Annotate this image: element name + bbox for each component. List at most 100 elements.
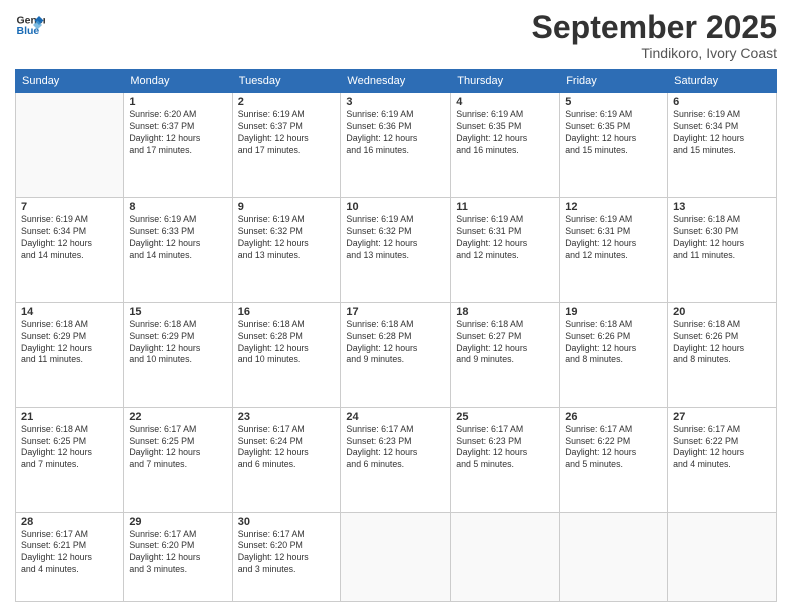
day-info: Sunrise: 6:19 AM Sunset: 6:34 PM Dayligh… (673, 109, 771, 157)
table-cell: 7Sunrise: 6:19 AM Sunset: 6:34 PM Daylig… (16, 198, 124, 303)
table-cell: 5Sunrise: 6:19 AM Sunset: 6:35 PM Daylig… (560, 93, 668, 198)
day-info: Sunrise: 6:17 AM Sunset: 6:24 PM Dayligh… (238, 424, 336, 472)
table-cell: 26Sunrise: 6:17 AM Sunset: 6:22 PM Dayli… (560, 407, 668, 512)
day-number: 1 (129, 96, 226, 108)
day-number: 20 (673, 306, 771, 318)
day-info: Sunrise: 6:17 AM Sunset: 6:22 PM Dayligh… (565, 424, 662, 472)
table-cell: 3Sunrise: 6:19 AM Sunset: 6:36 PM Daylig… (341, 93, 451, 198)
header: General Blue September 2025 Tindikoro, I… (15, 10, 777, 61)
table-cell: 27Sunrise: 6:17 AM Sunset: 6:22 PM Dayli… (668, 407, 777, 512)
day-info: Sunrise: 6:19 AM Sunset: 6:33 PM Dayligh… (129, 214, 226, 262)
day-number: 29 (129, 516, 226, 528)
logo-icon: General Blue (15, 10, 45, 40)
day-info: Sunrise: 6:19 AM Sunset: 6:31 PM Dayligh… (456, 214, 554, 262)
table-cell: 10Sunrise: 6:19 AM Sunset: 6:32 PM Dayli… (341, 198, 451, 303)
day-info: Sunrise: 6:17 AM Sunset: 6:22 PM Dayligh… (673, 424, 771, 472)
day-info: Sunrise: 6:17 AM Sunset: 6:23 PM Dayligh… (456, 424, 554, 472)
day-number: 4 (456, 96, 554, 108)
table-cell: 9Sunrise: 6:19 AM Sunset: 6:32 PM Daylig… (232, 198, 341, 303)
day-number: 26 (565, 411, 662, 423)
table-cell (451, 512, 560, 602)
title-block: September 2025 Tindikoro, Ivory Coast (532, 10, 777, 61)
day-info: Sunrise: 6:17 AM Sunset: 6:21 PM Dayligh… (21, 529, 118, 577)
day-info: Sunrise: 6:19 AM Sunset: 6:32 PM Dayligh… (346, 214, 445, 262)
table-cell (560, 512, 668, 602)
day-number: 10 (346, 201, 445, 213)
day-number: 21 (21, 411, 118, 423)
day-number: 30 (238, 516, 336, 528)
table-cell: 22Sunrise: 6:17 AM Sunset: 6:25 PM Dayli… (124, 407, 232, 512)
table-cell: 19Sunrise: 6:18 AM Sunset: 6:26 PM Dayli… (560, 302, 668, 407)
table-cell: 20Sunrise: 6:18 AM Sunset: 6:26 PM Dayli… (668, 302, 777, 407)
table-cell: 14Sunrise: 6:18 AM Sunset: 6:29 PM Dayli… (16, 302, 124, 407)
day-number: 15 (129, 306, 226, 318)
table-cell: 30Sunrise: 6:17 AM Sunset: 6:20 PM Dayli… (232, 512, 341, 602)
day-info: Sunrise: 6:17 AM Sunset: 6:20 PM Dayligh… (238, 529, 336, 577)
location: Tindikoro, Ivory Coast (532, 45, 777, 61)
logo: General Blue (15, 10, 45, 40)
table-cell: 8Sunrise: 6:19 AM Sunset: 6:33 PM Daylig… (124, 198, 232, 303)
day-info: Sunrise: 6:19 AM Sunset: 6:36 PM Dayligh… (346, 109, 445, 157)
day-info: Sunrise: 6:18 AM Sunset: 6:28 PM Dayligh… (346, 319, 445, 367)
day-info: Sunrise: 6:19 AM Sunset: 6:35 PM Dayligh… (565, 109, 662, 157)
table-cell: 1Sunrise: 6:20 AM Sunset: 6:37 PM Daylig… (124, 93, 232, 198)
table-cell: 21Sunrise: 6:18 AM Sunset: 6:25 PM Dayli… (16, 407, 124, 512)
day-number: 8 (129, 201, 226, 213)
day-info: Sunrise: 6:18 AM Sunset: 6:29 PM Dayligh… (21, 319, 118, 367)
table-cell: 6Sunrise: 6:19 AM Sunset: 6:34 PM Daylig… (668, 93, 777, 198)
day-number: 22 (129, 411, 226, 423)
day-number: 24 (346, 411, 445, 423)
table-cell: 4Sunrise: 6:19 AM Sunset: 6:35 PM Daylig… (451, 93, 560, 198)
page: General Blue September 2025 Tindikoro, I… (0, 0, 792, 612)
col-wednesday: Wednesday (341, 70, 451, 93)
table-cell: 11Sunrise: 6:19 AM Sunset: 6:31 PM Dayli… (451, 198, 560, 303)
day-number: 25 (456, 411, 554, 423)
table-cell: 25Sunrise: 6:17 AM Sunset: 6:23 PM Dayli… (451, 407, 560, 512)
day-number: 19 (565, 306, 662, 318)
col-friday: Friday (560, 70, 668, 93)
table-cell: 18Sunrise: 6:18 AM Sunset: 6:27 PM Dayli… (451, 302, 560, 407)
day-info: Sunrise: 6:18 AM Sunset: 6:26 PM Dayligh… (673, 319, 771, 367)
day-info: Sunrise: 6:19 AM Sunset: 6:34 PM Dayligh… (21, 214, 118, 262)
col-saturday: Saturday (668, 70, 777, 93)
day-number: 14 (21, 306, 118, 318)
day-info: Sunrise: 6:19 AM Sunset: 6:31 PM Dayligh… (565, 214, 662, 262)
col-thursday: Thursday (451, 70, 560, 93)
day-number: 7 (21, 201, 118, 213)
table-cell: 12Sunrise: 6:19 AM Sunset: 6:31 PM Dayli… (560, 198, 668, 303)
table-cell: 16Sunrise: 6:18 AM Sunset: 6:28 PM Dayli… (232, 302, 341, 407)
month-title: September 2025 (532, 10, 777, 45)
day-info: Sunrise: 6:18 AM Sunset: 6:27 PM Dayligh… (456, 319, 554, 367)
calendar-table: Sunday Monday Tuesday Wednesday Thursday… (15, 69, 777, 602)
table-cell: 29Sunrise: 6:17 AM Sunset: 6:20 PM Dayli… (124, 512, 232, 602)
day-info: Sunrise: 6:20 AM Sunset: 6:37 PM Dayligh… (129, 109, 226, 157)
day-number: 17 (346, 306, 445, 318)
day-info: Sunrise: 6:18 AM Sunset: 6:29 PM Dayligh… (129, 319, 226, 367)
day-info: Sunrise: 6:19 AM Sunset: 6:32 PM Dayligh… (238, 214, 336, 262)
day-number: 18 (456, 306, 554, 318)
table-cell: 24Sunrise: 6:17 AM Sunset: 6:23 PM Dayli… (341, 407, 451, 512)
day-info: Sunrise: 6:17 AM Sunset: 6:20 PM Dayligh… (129, 529, 226, 577)
day-number: 3 (346, 96, 445, 108)
day-number: 5 (565, 96, 662, 108)
table-cell (16, 93, 124, 198)
day-number: 9 (238, 201, 336, 213)
table-cell: 15Sunrise: 6:18 AM Sunset: 6:29 PM Dayli… (124, 302, 232, 407)
day-info: Sunrise: 6:19 AM Sunset: 6:35 PM Dayligh… (456, 109, 554, 157)
col-monday: Monday (124, 70, 232, 93)
day-number: 23 (238, 411, 336, 423)
day-number: 27 (673, 411, 771, 423)
table-cell: 17Sunrise: 6:18 AM Sunset: 6:28 PM Dayli… (341, 302, 451, 407)
day-number: 28 (21, 516, 118, 528)
table-cell: 23Sunrise: 6:17 AM Sunset: 6:24 PM Dayli… (232, 407, 341, 512)
day-number: 16 (238, 306, 336, 318)
col-sunday: Sunday (16, 70, 124, 93)
col-tuesday: Tuesday (232, 70, 341, 93)
day-info: Sunrise: 6:17 AM Sunset: 6:23 PM Dayligh… (346, 424, 445, 472)
table-cell (341, 512, 451, 602)
day-number: 12 (565, 201, 662, 213)
day-info: Sunrise: 6:18 AM Sunset: 6:30 PM Dayligh… (673, 214, 771, 262)
table-cell: 2Sunrise: 6:19 AM Sunset: 6:37 PM Daylig… (232, 93, 341, 198)
day-info: Sunrise: 6:18 AM Sunset: 6:25 PM Dayligh… (21, 424, 118, 472)
table-cell: 13Sunrise: 6:18 AM Sunset: 6:30 PM Dayli… (668, 198, 777, 303)
